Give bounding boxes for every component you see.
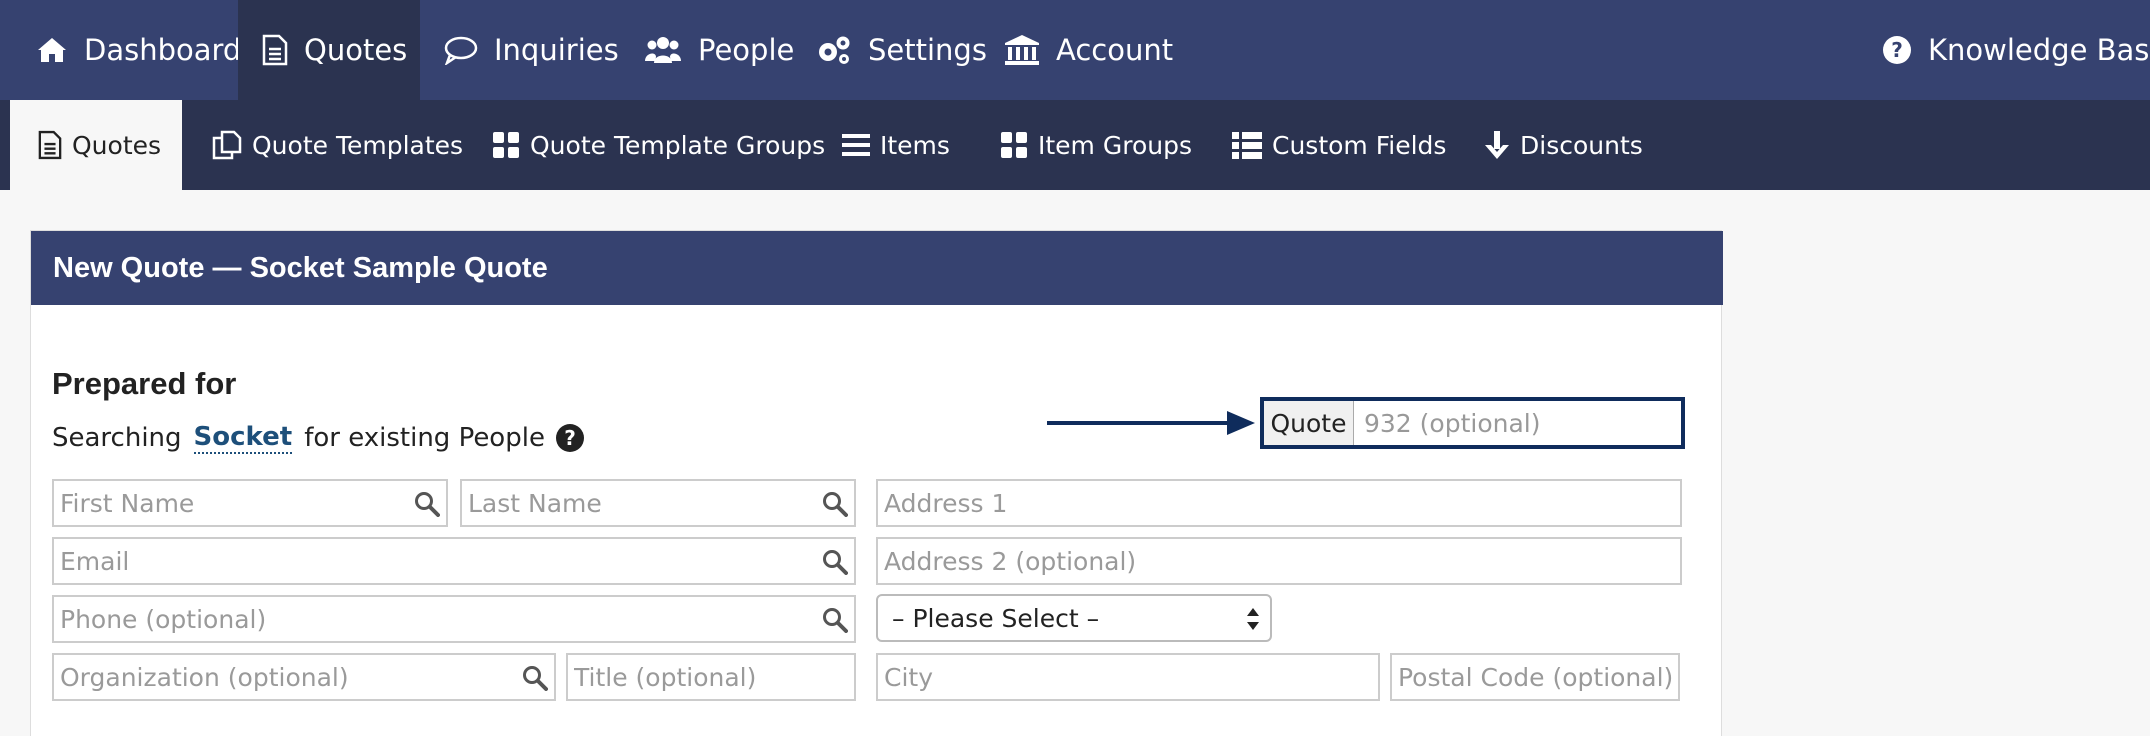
quote-number-input[interactable] [1354, 401, 1681, 445]
organization-field [52, 653, 556, 701]
email-field [52, 537, 856, 585]
top-navigation: Dashboard Quotes Inquiries People Settin… [0, 0, 2150, 100]
address2-field [876, 537, 1682, 585]
city-input[interactable] [878, 655, 1378, 699]
pointer-arrow-icon [1047, 411, 1255, 435]
address1-input[interactable] [878, 481, 1680, 525]
subnav-quotes[interactable]: Quotes [10, 100, 182, 190]
document-icon [262, 34, 288, 66]
title-field [566, 653, 856, 701]
state-select[interactable]: – Please Select – [876, 594, 1272, 642]
nav-account[interactable]: Account [1004, 0, 1173, 100]
city-field [876, 653, 1380, 701]
phone-input[interactable] [54, 597, 854, 641]
nav-account-label: Account [1056, 33, 1174, 67]
socket-link[interactable]: Socket [193, 422, 293, 454]
nav-inquiries[interactable]: Inquiries [444, 0, 619, 100]
list-icon [842, 134, 870, 156]
nav-quotes-label: Quotes [304, 33, 408, 67]
address2-input[interactable] [878, 539, 1680, 583]
first-name-field [52, 479, 448, 527]
subnav-discounts-label: Discounts [1520, 130, 1643, 160]
bank-icon [1005, 35, 1039, 65]
searching-suffix: for existing People [304, 423, 545, 453]
home-icon [38, 38, 66, 62]
nav-settings[interactable]: Settings [816, 0, 987, 100]
nav-dashboard[interactable]: Dashboard [36, 0, 241, 100]
subnav-quote-templates-label: Quote Templates [252, 130, 464, 160]
phone-field [52, 595, 856, 643]
search-icon[interactable] [822, 549, 848, 575]
last-name-field [460, 479, 856, 527]
nav-quotes[interactable]: Quotes [238, 0, 420, 100]
help-icon[interactable]: ? [555, 423, 585, 453]
arrow-down-icon [1485, 131, 1509, 159]
svg-text:?: ? [564, 426, 576, 450]
postal-code-input[interactable] [1392, 655, 1678, 699]
grid-icon [493, 132, 519, 158]
copy-icon [212, 130, 242, 160]
search-icon[interactable] [822, 491, 848, 517]
title-input[interactable] [568, 655, 854, 699]
quote-addon-label: Quote [1264, 401, 1354, 445]
sub-navigation: Quotes Quote Templates Quote Template Gr… [0, 100, 2150, 190]
nav-people-label: People [698, 33, 795, 67]
subnav-item-groups-label: Item Groups [1038, 130, 1192, 160]
nav-knowledge-base-label: Knowledge Base [1928, 33, 2150, 67]
first-name-input[interactable] [54, 481, 446, 525]
prepared-for-heading: Prepared for [52, 366, 237, 401]
subnav-custom-fields[interactable]: Custom Fields [1232, 100, 1446, 190]
email-input[interactable] [54, 539, 854, 583]
address1-field [876, 479, 1682, 527]
nav-people[interactable]: People [644, 0, 794, 100]
users-icon [645, 37, 681, 63]
search-icon[interactable] [522, 665, 548, 691]
subnav-discounts[interactable]: Discounts [1484, 100, 1643, 190]
nav-knowledge-base[interactable]: ? Knowledge Base [1882, 0, 2150, 100]
question-circle-icon: ? [1883, 36, 1911, 64]
svg-text:?: ? [1891, 38, 1903, 62]
speech-bubble-icon [444, 36, 478, 65]
subnav-custom-fields-label: Custom Fields [1272, 130, 1447, 160]
search-icon[interactable] [414, 491, 440, 517]
state-select-value: – Please Select – [892, 603, 1100, 633]
subnav-quote-templates[interactable]: Quote Templates [212, 100, 463, 190]
subnav-items-label: Items [880, 130, 950, 160]
searching-text: Searching Socket for existing People ? [52, 422, 585, 454]
last-name-input[interactable] [462, 481, 854, 525]
quote-number-field: Quote [1260, 397, 1685, 449]
select-caret-icon [1247, 608, 1259, 630]
grid-icon [1001, 132, 1027, 158]
nav-inquiries-label: Inquiries [494, 33, 619, 67]
subnav-items[interactable]: Items [842, 100, 950, 190]
subnav-quotes-label: Quotes [72, 130, 162, 160]
searching-prefix: Searching [52, 423, 182, 453]
list-grid-icon [1232, 132, 1262, 159]
subnav-quote-template-groups[interactable]: Quote Template Groups [492, 100, 825, 190]
nav-settings-label: Settings [868, 33, 987, 67]
nav-dashboard-label: Dashboard [84, 33, 242, 67]
postal-code-field [1390, 653, 1680, 701]
panel-title: New Quote — Socket Sample Quote [31, 231, 1723, 305]
subnav-item-groups[interactable]: Item Groups [1000, 100, 1192, 190]
document-icon [38, 130, 62, 160]
search-icon[interactable] [822, 607, 848, 633]
organization-input[interactable] [54, 655, 554, 699]
gears-icon [819, 36, 850, 64]
subnav-quote-template-groups-label: Quote Template Groups [530, 130, 826, 160]
